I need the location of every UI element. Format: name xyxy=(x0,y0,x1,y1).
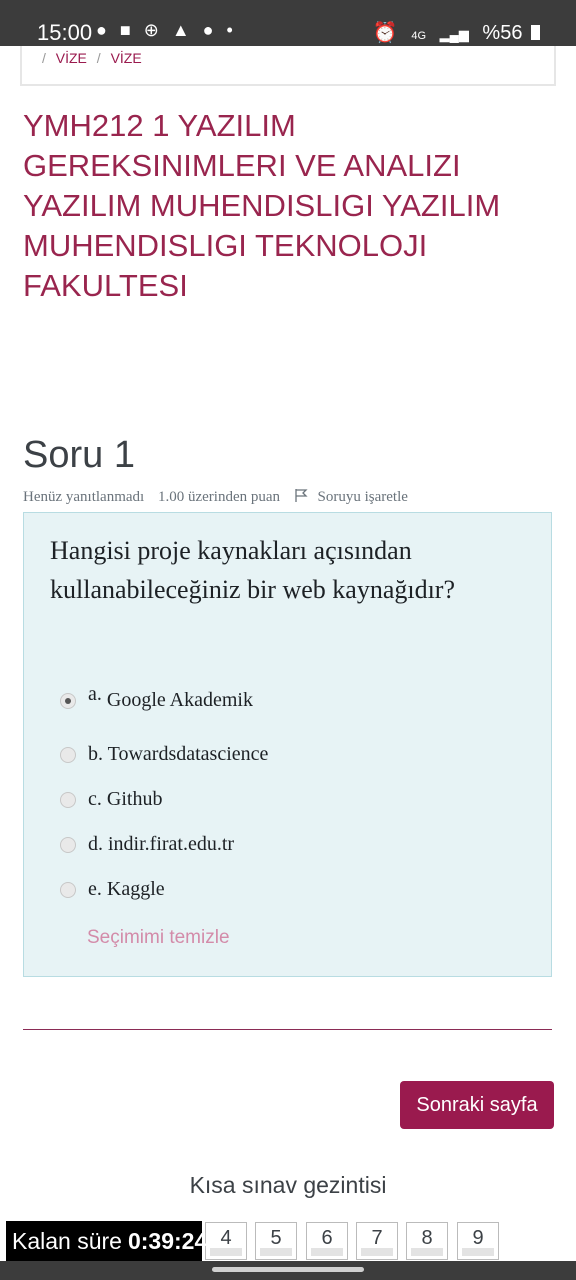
next-page-button[interactable]: Sonraki sayfa xyxy=(400,1081,554,1129)
question-meta: Henüz yanıtlanmadı 1.00 üzerinden puan S… xyxy=(23,488,408,506)
question-title: Soru 1 xyxy=(23,434,135,476)
breadcrumb-card: / VİZE / VİZE xyxy=(20,46,556,86)
flag-icon xyxy=(295,489,308,502)
question-box: Hangisi proje kaynakları açısından kulla… xyxy=(23,512,552,977)
answer-letter-b: b. xyxy=(88,743,103,765)
breadcrumb: / VİZE / VİZE xyxy=(42,50,148,66)
quiz-nav-button[interactable]: 5 xyxy=(255,1222,297,1260)
answer-radio-e[interactable] xyxy=(60,882,76,898)
notification-icons: ● ■ ⊕ ▲ ● • xyxy=(96,20,237,40)
status-time: 15:00 xyxy=(37,20,93,45)
timer-label: Kalan süre xyxy=(12,1227,122,1254)
system-nav-bar xyxy=(0,1261,576,1280)
breadcrumb-item-vize-2[interactable]: VİZE xyxy=(111,50,142,66)
answer-letter-a: a. xyxy=(88,683,102,705)
answer-label-d: indir.firat.edu.tr xyxy=(108,833,235,855)
answer-label-a: Google Akademik xyxy=(106,689,253,711)
quiz-nav-button[interactable]: 4 xyxy=(205,1222,247,1260)
quiz-timer: Kalan süre 0:39:24 xyxy=(6,1221,207,1261)
quiz-nav-button[interactable]: 6 xyxy=(306,1222,348,1260)
flag-question-button[interactable]: Soruyu işaretle xyxy=(294,488,408,506)
quiz-navigation-title: Kısa sınav gezintisi xyxy=(189,1172,387,1198)
course-title: YMH212 1 YAZILIM GEREKSINIMLERI VE ANALI… xyxy=(23,108,501,303)
status-bar: 15:00 ● ■ ⊕ ▲ ● • ⏰ 4G ▂▄▆ %56 xyxy=(0,0,576,46)
breadcrumb-separator: / xyxy=(42,50,46,66)
answer-letter-d: d. xyxy=(88,833,103,855)
timer-value: 0:39:24 xyxy=(127,1227,208,1254)
flag-question-label: Soruyu işaretle xyxy=(317,489,408,505)
home-gesture-handle[interactable] xyxy=(212,1267,364,1272)
quiz-nav-button[interactable]: 8 xyxy=(406,1222,448,1260)
answer-radio-d[interactable] xyxy=(60,837,76,853)
status-right: ⏰ 4G ▂▄▆ %56 xyxy=(365,20,540,45)
battery-level: %56 xyxy=(482,22,523,44)
answer-radio-c[interactable] xyxy=(60,792,76,808)
quiz-nav-button[interactable]: 7 xyxy=(356,1222,398,1260)
breadcrumb-item-vize-1[interactable]: VİZE xyxy=(56,50,87,66)
answer-radio-a[interactable] xyxy=(60,693,76,709)
question-text: Hangisi proje kaynakları açısından kulla… xyxy=(50,536,456,604)
answer-letter-e: e. xyxy=(88,878,102,900)
answer-label-c: Github xyxy=(106,788,163,810)
quiz-nav-button[interactable]: 9 xyxy=(457,1222,499,1260)
answer-label-e: Kaggle xyxy=(106,878,165,900)
clear-selection-link[interactable]: Seçimimi temizle xyxy=(87,927,230,949)
alarm-icon: ⏰ xyxy=(372,22,398,44)
answer-label-b: Towardsdatascience xyxy=(107,743,269,765)
answer-radio-b[interactable] xyxy=(60,747,76,763)
divider xyxy=(23,1029,552,1030)
answer-letter-c: c. xyxy=(88,788,102,810)
signal-icon: ▂▄▆ xyxy=(439,27,469,42)
breadcrumb-separator: / xyxy=(96,50,101,66)
network-icon: 4G xyxy=(411,30,427,42)
question-state: Henüz yanıtlanmadı xyxy=(23,489,145,505)
battery-icon xyxy=(531,25,540,40)
question-grade: 1.00 üzerinden puan xyxy=(157,489,281,505)
